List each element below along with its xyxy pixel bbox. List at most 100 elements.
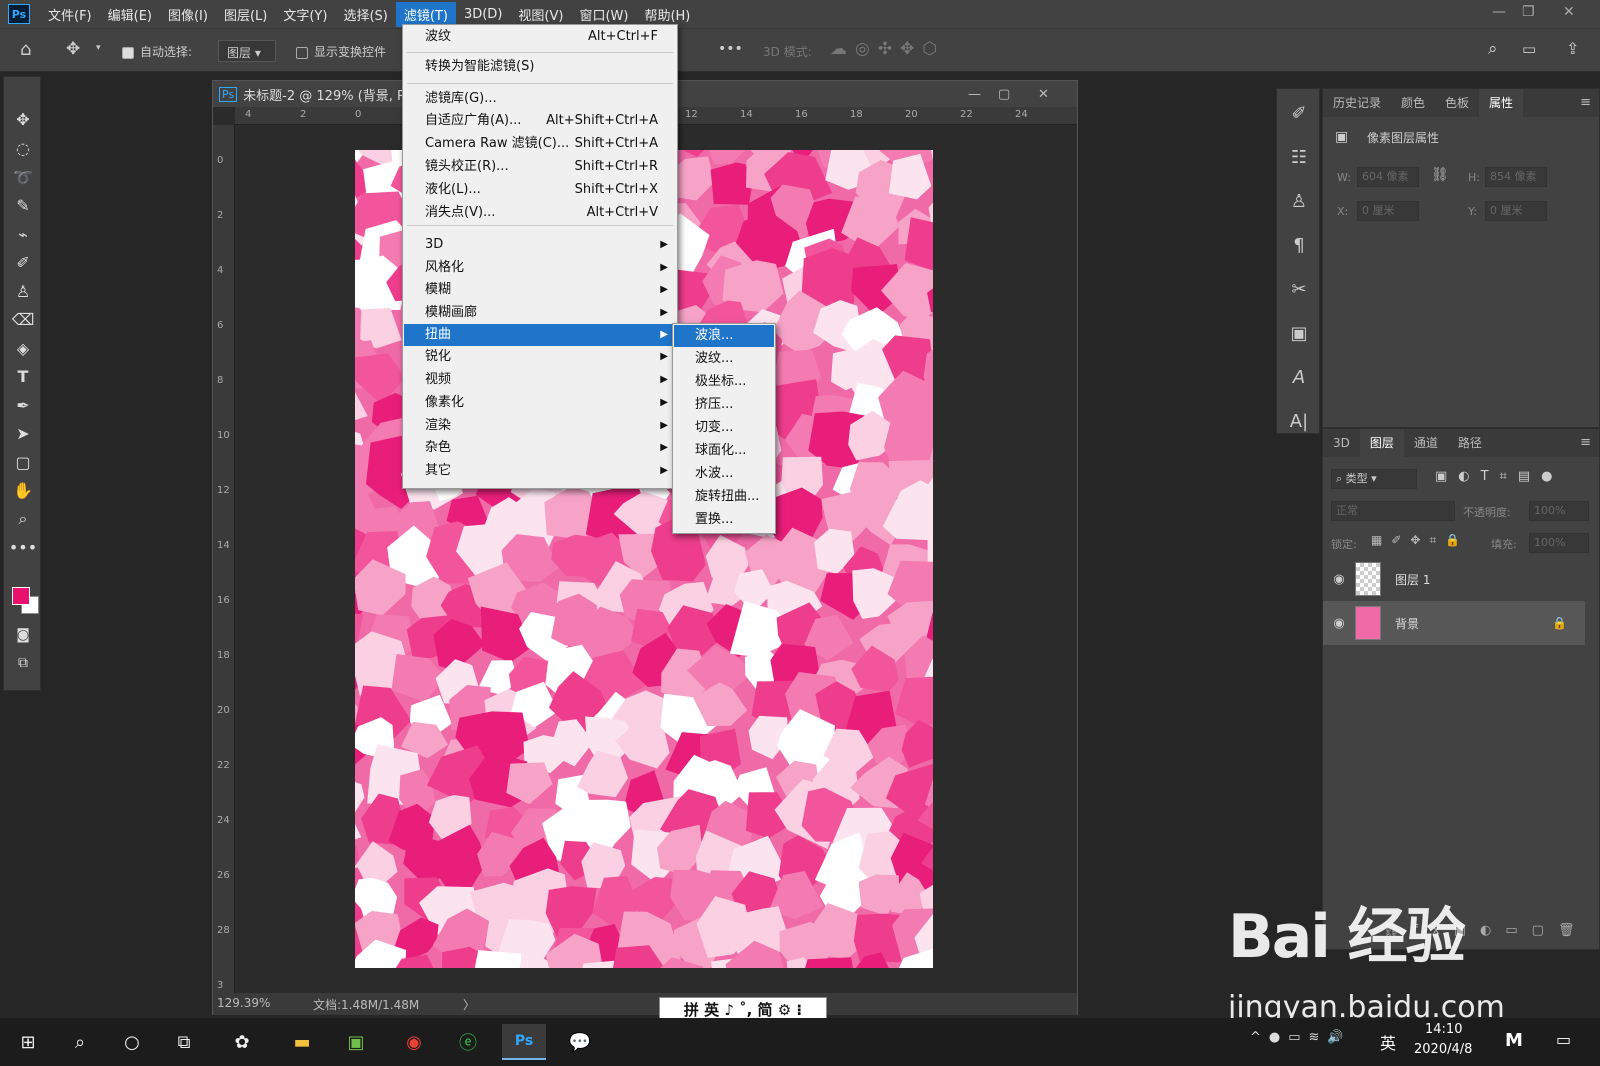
eraser-tool-icon[interactable]: ⌫ [4,305,42,333]
distort-submenu-item[interactable]: 挤压... [674,394,774,416]
character-icon[interactable]: A| [1277,401,1321,441]
filter-menu-item[interactable]: 自适应广角(A)... Alt+Shift+Ctrl+A [404,110,676,132]
link-icon[interactable]: ⛓ [1431,167,1449,183]
chrome-icon[interactable]: ◉ [392,1024,436,1060]
tab-color[interactable]: 颜色 [1391,89,1435,117]
filter-menu-item[interactable]: 视频 ▶ [404,369,676,391]
filter-menu-item[interactable]: 其它 ▶ [404,460,676,482]
stamp-tool-icon[interactable]: ♙ [4,277,42,305]
home-icon[interactable]: ⌂ [20,39,31,60]
show-transform-checkbox[interactable]: 显示变换控件 [296,43,386,60]
tab-properties[interactable]: 属性 [1479,89,1524,117]
foreground-color-swatch[interactable] [12,587,30,605]
distort-submenu-item[interactable]: 切变... [674,417,774,439]
paragraph-icon[interactable]: ¶ [1277,225,1321,265]
doc-minimize-icon[interactable]: — [968,87,981,102]
panel-menu-icon[interactable]: ≡ [1580,435,1591,450]
minimize-icon[interactable]: — [1492,4,1506,20]
move-tool-icon[interactable]: ✥ [66,39,80,59]
paint-bucket-icon[interactable]: ◈ [4,334,42,362]
layer-row[interactable]: ◉ 图层 1 [1323,557,1585,601]
move-tool-icon[interactable]: ✥ [4,105,42,133]
more-options-button[interactable]: ••• [718,41,743,57]
windows-start-icon[interactable]: ⊞ [6,1024,50,1060]
system-tray-icons[interactable]: ^●▭≋🔊 [1250,1030,1352,1045]
auto-select-target-dropdown[interactable]: 图层 ▾ [218,40,276,62]
rectangle-tool-icon[interactable]: ▢ [4,448,42,476]
x-field[interactable]: 0 厘米 [1357,201,1419,221]
menu-file[interactable]: 文件(F) [40,2,100,27]
menu-filter[interactable]: 滤镜(T) [395,1,456,27]
input-language[interactable]: 英 [1380,1030,1396,1054]
restore-icon[interactable]: ❐ [1522,4,1535,20]
lock-icon[interactable]: 🔒 [1552,616,1567,630]
filter-menu-item[interactable]: Camera Raw 滤镜(C)... Shift+Ctrl+A [404,133,676,155]
screen-mode-icon[interactable]: ⧉ [4,649,42,677]
filter-menu-item[interactable]: 像素化 ▶ [404,392,676,414]
notification-icon[interactable]: ▭ [1556,1030,1571,1049]
filter-menu-item[interactable]: 扭曲 ▶ [404,324,676,346]
layer-row[interactable]: ◉ 背景 🔒 [1323,601,1585,645]
filter-menu-item[interactable]: 滤镜库(G)... [404,88,676,110]
close-icon[interactable]: ✕ [1563,4,1575,20]
clone-source-icon[interactable]: ♙ [1277,181,1321,221]
menu-help[interactable]: 帮助(H) [636,2,698,27]
menu-image[interactable]: 图像(I) [160,2,216,27]
height-field[interactable]: 854 像素 [1485,167,1547,187]
opacity-field[interactable]: 100% [1529,501,1589,521]
more-tools-icon[interactable]: ••• [4,533,42,561]
type-tool-icon[interactable]: T [4,362,42,390]
adjustments-icon[interactable]: ☷ [1277,137,1321,177]
file-explorer-icon[interactable]: ▬ [280,1024,324,1060]
auto-select-checkbox[interactable]: 自动选择: [122,43,192,60]
tab-channels[interactable]: 通道 [1404,429,1448,457]
chevron-down-icon[interactable]: ▾ [96,43,101,53]
distort-submenu-item[interactable]: 置换... [674,509,774,531]
layer-filter-icons[interactable]: ▣◐T⌗▤● [1435,469,1564,484]
distort-submenu-item[interactable]: 波纹... [674,348,774,370]
distort-submenu-item[interactable]: 球面化... [674,440,774,462]
search-icon[interactable]: ⌕ [1488,39,1498,59]
menu-layer[interactable]: 图层(L) [216,2,275,27]
3d-mode-icons[interactable]: ☁◎✣✥⬡ [830,39,945,59]
zoom-level[interactable]: 129.39% [217,996,270,1010]
filter-menu-item[interactable]: 锐化 ▶ [404,346,676,368]
quick-mask-icon[interactable]: ◙ [4,621,42,649]
filter-kind-dropdown[interactable]: ⌕ 类型 ▾ [1331,469,1417,489]
lasso-tool-icon[interactable]: ➰ [4,163,42,191]
distort-submenu-item[interactable]: 水波... [674,463,774,485]
task-view-icon[interactable]: ⧉ [162,1024,206,1060]
pen-tool-icon[interactable]: ✒ [4,391,42,419]
app-tray-icon[interactable]: M [1505,1030,1523,1051]
menu-window[interactable]: 窗口(W) [571,2,636,27]
menu-edit[interactable]: 编辑(E) [100,2,160,27]
tab-paths[interactable]: 路径 [1448,429,1492,457]
filter-menu-item[interactable]: 渲染 ▶ [404,415,676,437]
y-field[interactable]: 0 厘米 [1485,201,1547,221]
filter-menu-item[interactable]: 3D ▶ [404,234,676,256]
tab-layers[interactable]: 图层 [1359,429,1404,457]
app-icon-1[interactable]: ✿ [220,1024,264,1060]
glyphs-icon[interactable]: A [1277,357,1321,397]
filter-menu-item[interactable]: 模糊 ▶ [404,279,676,301]
filter-menu-item[interactable]: 模糊画廊 ▶ [404,302,676,324]
zoom-tool-icon[interactable]: ⌕ [4,505,42,533]
distort-submenu-item[interactable]: 旋转扭曲... [674,486,774,508]
tab-3d[interactable]: 3D [1323,429,1360,457]
filter-menu-item[interactable]: 液化(L)... Shift+Ctrl+X [404,179,676,201]
width-field[interactable]: 604 像素 [1357,167,1419,187]
distort-submenu-item[interactable]: 极坐标... [674,371,774,393]
tools-preset-icon[interactable]: ✂ [1277,269,1321,309]
blend-mode-dropdown[interactable]: 正常 [1331,501,1455,521]
brush-settings-icon[interactable]: ✐ [1277,93,1321,133]
cortana-icon[interactable]: ○ [110,1024,154,1060]
filter-menu-item[interactable]: 波纹 Alt+Ctrl+F [404,26,676,48]
chevron-right-icon[interactable]: 〉 [463,996,475,1013]
tab-swatches[interactable]: 色板 [1435,89,1479,117]
marquee-tool-icon[interactable]: ◌ [4,134,42,162]
navigator-icon[interactable]: ▣ [1277,313,1321,353]
menu-select[interactable]: 选择(S) [335,2,395,27]
eye-icon[interactable]: ◉ [1323,616,1355,631]
app-icon-2[interactable]: ▣ [334,1024,378,1060]
doc-maximize-icon[interactable]: ▢ [998,87,1010,102]
